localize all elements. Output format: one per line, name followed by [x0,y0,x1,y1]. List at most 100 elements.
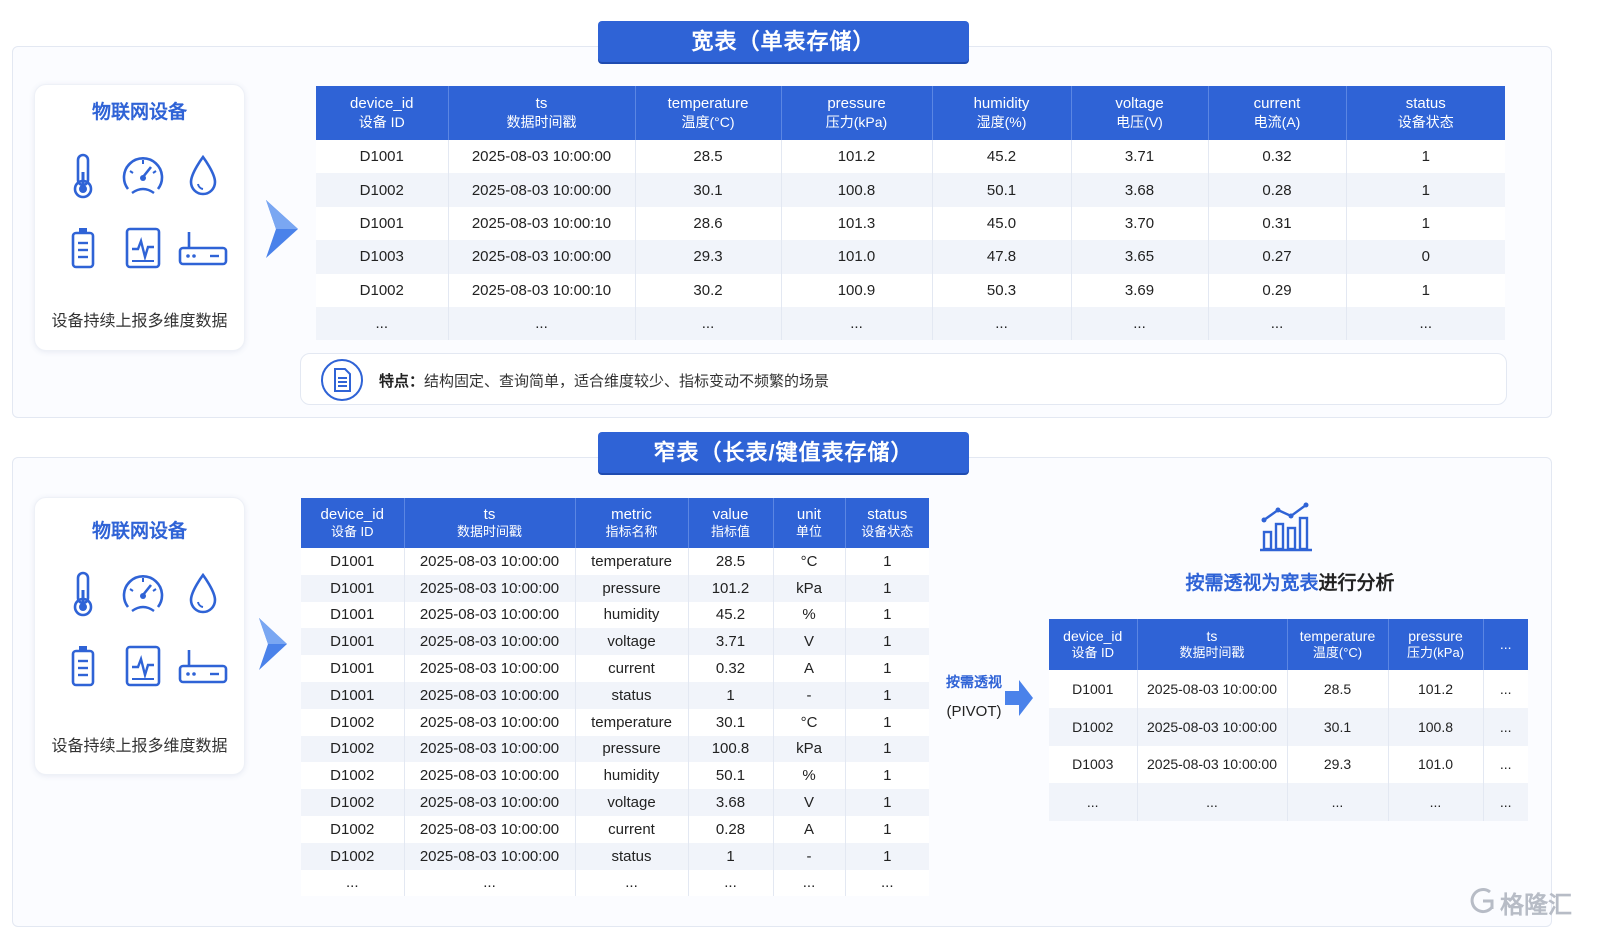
chevron-right-arrow-icon [266,200,298,258]
table-cell: % [773,762,846,790]
table-cell: 100.8 [781,173,933,207]
feature-description: 结构固定、查询简单，适合维度较少、指标变动不频繁的场景 [424,373,830,390]
table-cell: D1003 [1049,745,1138,784]
table-cell: ... [688,869,774,897]
table-cell: 0.29 [1208,273,1347,307]
column-header: voltage 电压(V) [1071,86,1209,140]
wide-table-feature-note: 特点：结构固定、查询简单，适合维度较少、指标变动不频繁的场景 [300,353,1507,405]
column-header-cn: 电流(A) [1253,113,1301,130]
table-row: D1001 2025-08-03 10:00:00 voltage 3.71 V 1 [301,628,929,656]
column-header-en: status [1405,94,1446,112]
column-header-cn: 指标值 [710,524,750,540]
monitor-pulse-icon [113,630,173,702]
table-cell: D1002 [301,815,405,843]
table-row: D1002 2025-08-03 10:00:00 voltage 3.68 V 1 [301,789,929,816]
table-cell: 28.6 [635,206,782,241]
table-cell: status [575,681,689,709]
table-cell: ... [1483,707,1528,746]
table-cell: 1 [845,628,929,656]
table-cell: D1001 [301,628,405,656]
table-cell: 1 [1346,173,1505,207]
battery-icon [53,630,113,702]
table-row: D1001 2025-08-03 10:00:00 temperature 28.5 °… [301,548,929,575]
table-row: D1002 2025-08-03 10:00:00 30.1 100.8 50.1 3.6… [316,173,1505,207]
table-cell: ... [1483,745,1528,784]
table-cell: 45.2 [932,140,1072,174]
table-cell: 1 [1346,273,1505,307]
table-cell: 50.1 [688,762,774,790]
table-cell: 30.1 [635,173,782,207]
table-cell: 101.2 [781,140,933,174]
table-cell: 50.1 [932,173,1072,207]
column-header-cn: 压力(kPa) [825,113,888,130]
table-cell: 3.69 [1071,273,1209,307]
narrow-data-table: device_id 设备 ID ts 数据时间戳 metric 指标名称 value 指标值 u… [301,498,929,897]
table-cell: 101.3 [781,206,933,241]
chevron-right-arrow-icon [259,618,287,670]
water-drop-icon [173,140,233,212]
table-cell: 30.2 [635,273,782,307]
table-cell: D1001 [1049,670,1138,708]
table-cell: 2025-08-03 10:00:00 [448,173,636,207]
table-cell: D1002 [301,735,405,763]
table-cell: ... [1346,306,1505,341]
table-row: D1002 2025-08-03 10:00:00 30.1 100.8... [1049,707,1528,746]
column-header-en: temperature [1299,627,1376,644]
table-cell: 1 [845,601,929,629]
column-header: temperature 温度(°C) [1287,619,1389,670]
table-cell: 2025-08-03 10:00:00 [1137,707,1288,746]
table-cell: 45.2 [688,601,774,629]
table-cell: 29.3 [1287,745,1389,784]
device-icon-grid [53,140,233,284]
table-cell: % [773,601,846,629]
table-cell: V [773,628,846,656]
table-row: D1002 2025-08-03 10:00:10 30.2 100.9 50.3 3.6… [316,273,1505,307]
column-header-en: humidity [973,94,1030,112]
table-cell: 101.0 [781,240,933,274]
table-cell: 45.0 [932,206,1072,241]
table-cell: V [773,789,846,816]
column-header-cn: 设备状态 [1397,113,1454,130]
column-header-en: status [867,505,908,523]
column-header-en: value [712,505,749,523]
table-cell: 1 [688,842,774,870]
wide-data-table: device_id 设备 ID ts 数据时间戳 temperature 温度(°C) pr… [316,86,1505,341]
device-icon-grid [53,558,233,702]
table-row: D1003 2025-08-03 10:00:00 29.3 101.0... [1049,745,1528,784]
table-row: D1003 2025-08-03 10:00:00 29.3 101.0 47.8 3.6… [316,240,1505,274]
table-cell: D1001 [301,574,405,602]
column-header-cn: 设备 ID [358,113,405,130]
table-cell: current [575,655,689,682]
table-cell: 47.8 [932,240,1072,274]
device-card-title: 物联网设备 [91,521,187,542]
table-cell: 101.2 [1388,670,1484,708]
column-header-en: metric [611,505,652,523]
table-row: D1002 2025-08-03 10:00:00 pressure 100.8 kPa… [301,735,929,763]
iot-device-card-top: 物联网设备 设备持续上报多维度数据 [34,84,245,351]
table-cell: 28.5 [1287,670,1389,708]
column-header: metric 指标名称 [575,498,689,548]
table-cell: 2025-08-03 10:00:00 [448,240,636,274]
column-header-cn: 压力(kPa) [1406,645,1465,661]
table-cell: ... [575,869,689,897]
table-cell: ... [1071,306,1209,341]
table-cell: D1001 [301,655,405,682]
table-cell: D1002 [301,708,405,736]
table-cell: ... [404,869,576,897]
table-cell: 2025-08-03 10:00:00 [404,708,576,736]
analysis-caption: 按需透视为宽表进行分析 [1150,568,1430,595]
column-header: pressure 压力(kPa) [1388,619,1484,670]
table-cell: D1001 [301,681,405,709]
table-cell: D1002 [301,789,405,816]
table-cell: 2025-08-03 10:00:00 [404,601,576,629]
table-cell: 2025-08-03 10:00:00 [1137,745,1288,784]
column-header-cn: 数据时间戳 [506,113,577,130]
column-header-en: ts [535,94,548,112]
table-cell: A [773,815,846,843]
table-cell: 28.5 [635,140,782,174]
column-header-en: ts [483,505,496,523]
pivot-arrow-icon [1005,680,1033,716]
device-card-caption: 设备持续上报多维度数据 [51,313,228,330]
table-cell: 3.70 [1071,206,1209,241]
table-cell: D1002 [316,273,449,307]
